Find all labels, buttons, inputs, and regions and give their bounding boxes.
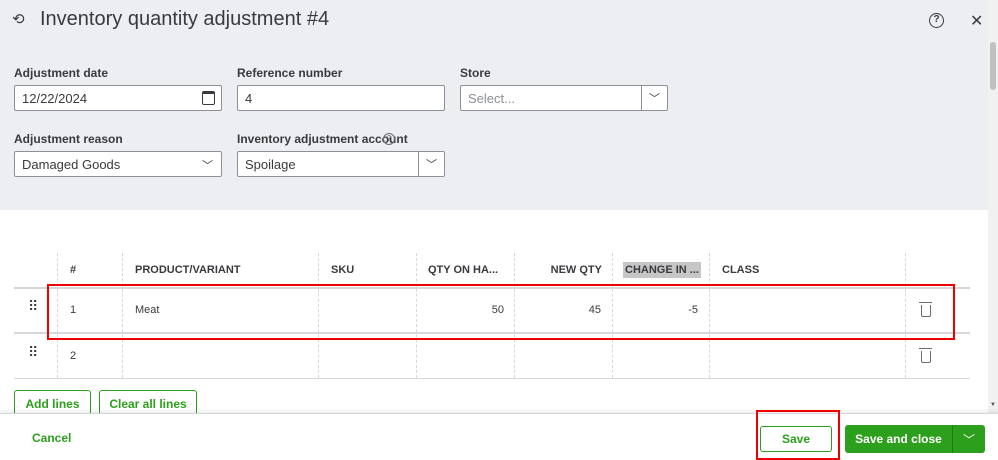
chevron-down-icon[interactable]: ﹀ [952,425,985,453]
adjustment-reason-value: Damaged Goods [22,157,121,172]
highlight-box-row [47,284,955,340]
drag-handle-icon[interactable]: ⠿ [28,298,38,315]
page-title: Inventory quantity adjustment #4 [40,8,330,30]
adjustment-date-input[interactable]: 12/22/2024 [14,85,222,111]
column-header-change[interactable]: CHANGE IN ... [623,262,701,278]
column-header-sku[interactable]: SKU [331,253,354,287]
cancel-button[interactable]: Cancel [32,431,71,445]
close-icon[interactable]: ✕ [970,11,983,31]
scroll-down-icon[interactable]: ▼ [990,402,996,408]
trash-icon[interactable] [919,348,932,363]
calendar-icon[interactable] [202,91,215,105]
drag-handle-icon[interactable]: ⠿ [28,344,38,361]
highlight-box-save [756,410,840,460]
row-number: 2 [70,350,77,362]
save-and-close-group: Save and close ﹀ [845,425,985,453]
adjustment-reason-label: Adjustment reason [14,132,123,146]
store-label: Store [460,66,491,80]
column-header-product[interactable]: PRODUCT/VARIANT [135,253,241,287]
adjustment-date-label: Adjustment date [14,66,109,80]
help-icon[interactable]: ? [383,133,395,145]
save-and-close-button[interactable]: Save and close [845,425,952,453]
row-divider [14,378,970,379]
chevron-down-icon[interactable]: ﹀ [641,86,667,110]
store-select[interactable]: Select... ﹀ [460,85,668,111]
chevron-down-icon: ﹀ [202,160,213,172]
adjustment-date-value: 12/22/2024 [22,91,88,106]
history-icon[interactable]: ⟲ [12,10,25,28]
adjustment-account-select[interactable]: Spoilage ﹀ [237,151,445,177]
column-header-qty-on-hand[interactable]: QTY ON HA... [428,253,498,287]
column-header-class[interactable]: CLASS [722,253,759,287]
store-placeholder: Select... [468,91,515,106]
help-icon[interactable]: ? [929,13,944,28]
chevron-down-icon[interactable]: ﹀ [418,152,444,176]
adjustment-reason-select[interactable]: Damaged Goods ﹀ [14,151,222,177]
column-header-number: # [70,264,77,276]
column-header-new-qty[interactable]: NEW QTY [514,253,602,287]
adjustment-account-value: Spoilage [245,157,296,172]
scrollbar[interactable]: ▼ [988,0,998,413]
reference-number-label: Reference number [237,66,343,80]
reference-number-input[interactable]: 4 [237,85,445,111]
scrollbar-thumb[interactable] [990,42,996,90]
